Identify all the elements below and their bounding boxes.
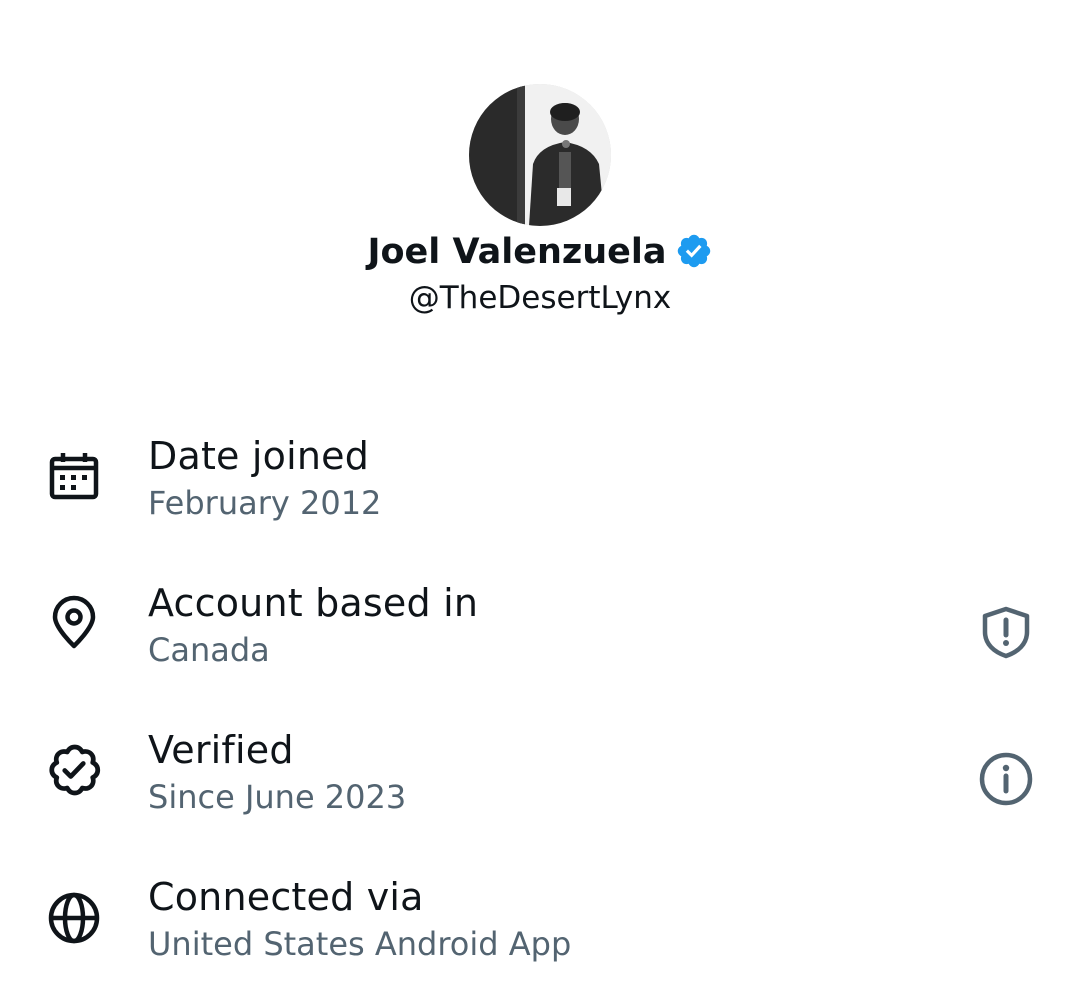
about-row-value: February 2012: [148, 484, 382, 522]
about-row-texts: Verified Since June 2023: [148, 726, 406, 820]
about-row-connected-via: Connected via United States Android App: [0, 873, 1080, 1003]
calendar-icon: [44, 446, 104, 506]
shield-alert-icon[interactable]: [975, 601, 1037, 663]
display-name: Joel Valenzuela: [367, 232, 667, 272]
about-row-verified: Verified Since June 2023: [0, 726, 1080, 856]
profile-header: Joel Valenzuela @TheDesertLynx: [0, 0, 1080, 340]
about-row-value: United States Android App: [148, 925, 572, 963]
about-row-account-based-in: Account based in Canada: [0, 579, 1080, 709]
avatar[interactable]: [469, 84, 611, 226]
username-handle: @TheDesertLynx: [408, 280, 672, 316]
about-row-value: Since June 2023: [148, 778, 407, 816]
about-row-texts: Connected via United States Android App: [148, 873, 571, 967]
display-name-row: Joel Valenzuela: [0, 226, 1080, 278]
about-row-title: Account based in: [148, 581, 479, 625]
verified-badge-icon[interactable]: [675, 232, 713, 270]
info-icon[interactable]: [975, 748, 1037, 810]
about-row-title: Date joined: [148, 434, 370, 478]
about-row-texts: Account based in Canada: [148, 579, 478, 673]
verified-check-icon: [44, 740, 104, 800]
location-pin-icon: [44, 593, 104, 653]
about-row-title: Connected via: [148, 875, 424, 919]
about-row-texts: Date joined February 2012: [148, 432, 381, 526]
about-row-value: Canada: [148, 631, 270, 669]
about-row-date-joined: Date joined February 2012: [0, 432, 1080, 562]
about-row-title: Verified: [148, 728, 294, 772]
globe-icon: [44, 887, 104, 947]
